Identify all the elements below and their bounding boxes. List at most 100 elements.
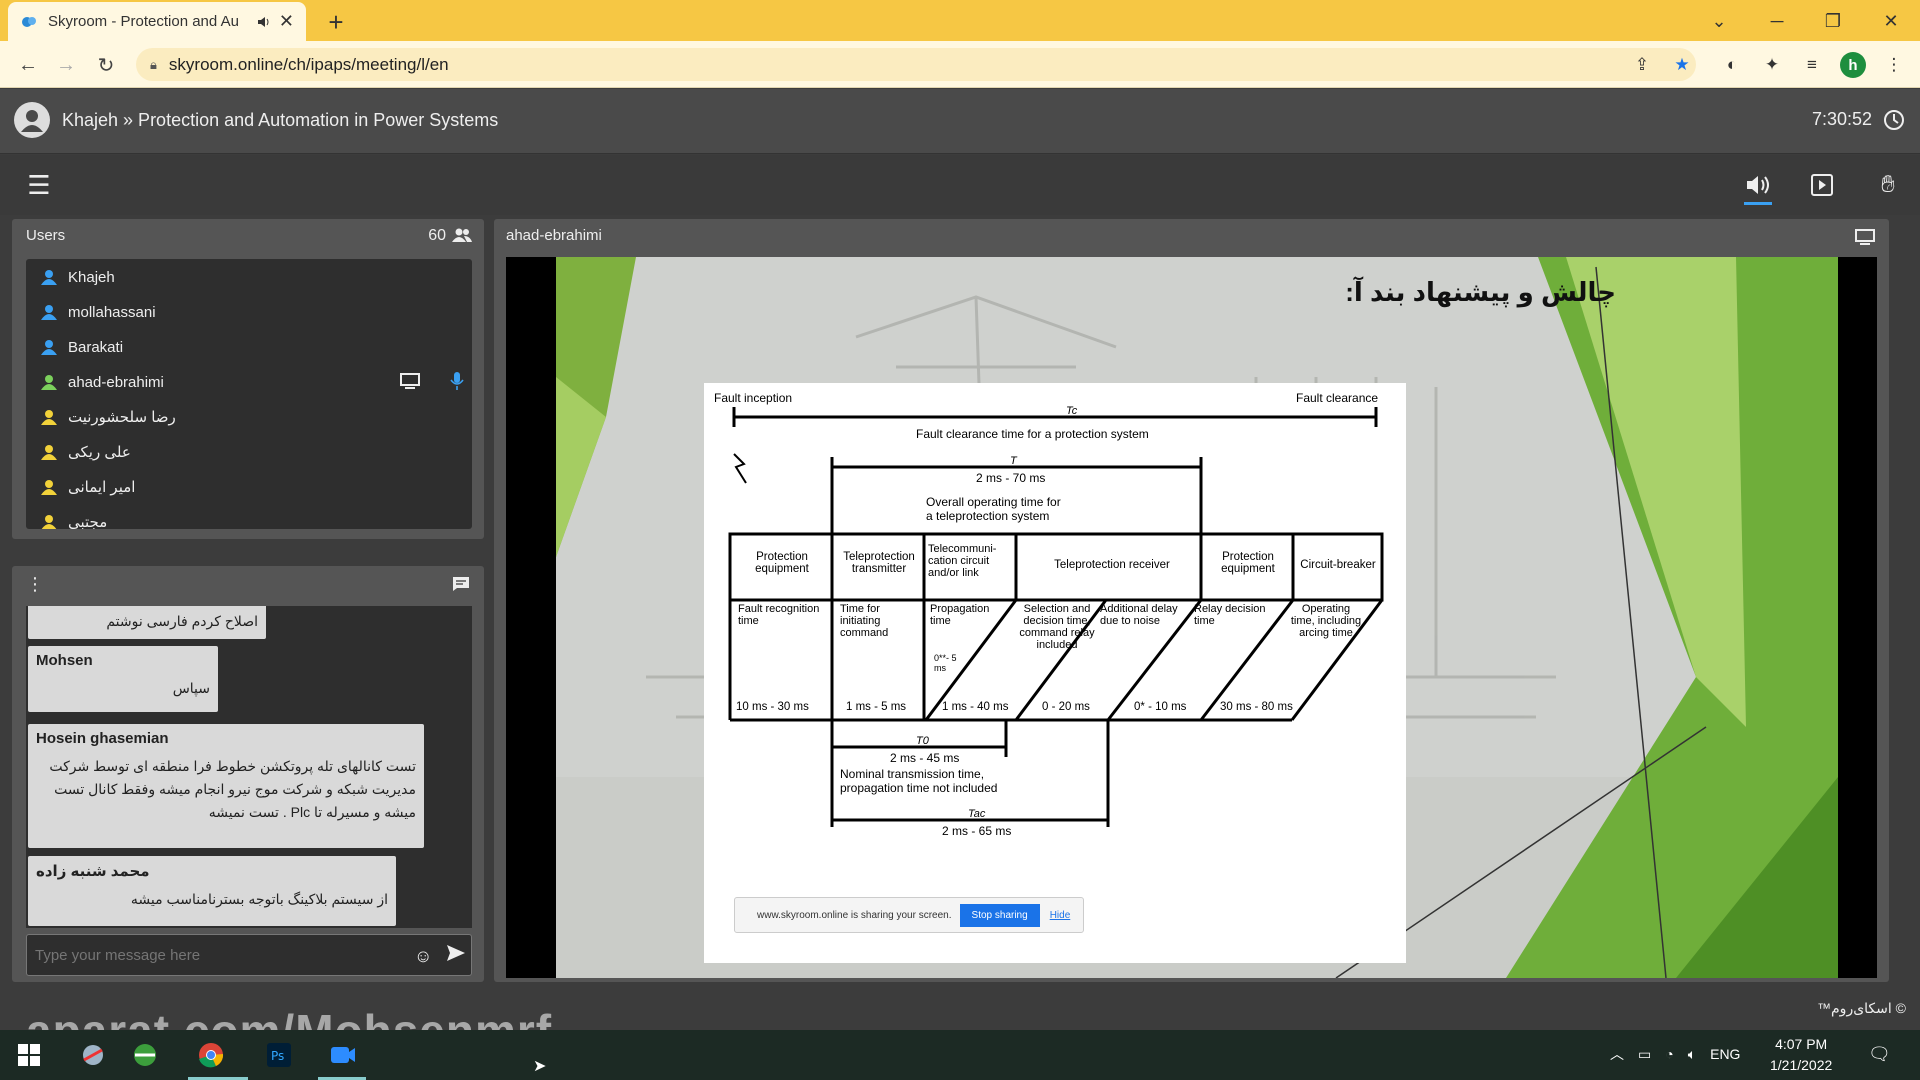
- clock-icon: [1882, 108, 1906, 132]
- user-icon: [38, 476, 60, 498]
- chrome-icon[interactable]: [194, 1038, 228, 1072]
- forward-icon[interactable]: →: [52, 51, 80, 79]
- taskbar-date: 1/21/2022: [1770, 1057, 1833, 1073]
- svg-text:Ps: Ps: [271, 1049, 284, 1063]
- diagram-label: a teleprotection system: [926, 509, 1050, 523]
- user-list-item[interactable]: رضا سلحشورنیت: [26, 400, 472, 434]
- share-icon[interactable]: ⇪: [1628, 51, 1656, 79]
- send-icon[interactable]: [446, 944, 466, 962]
- app-icon[interactable]: [76, 1038, 110, 1072]
- star-icon[interactable]: ★: [1668, 51, 1696, 79]
- microphone-icon[interactable]: [450, 371, 464, 391]
- back-icon[interactable]: ←: [14, 51, 42, 79]
- play-screen-icon[interactable]: [1806, 170, 1838, 200]
- diagram-range: 30 ms - 80 ms: [1220, 701, 1293, 713]
- browser-toolbar: ← → ↻ 🔒︎ skyroom.online/ch/ipaps/meeting…: [0, 41, 1920, 88]
- notifications-icon[interactable]: 🗨︎: [1868, 1044, 1891, 1065]
- chat-message-text: اصلاح کردم فارسی نوشتم: [106, 613, 258, 629]
- diagram-box: Protection equipment: [1221, 551, 1275, 575]
- diagram-sub: Relay decision time: [1194, 603, 1266, 627]
- diagram-label: Nominal transmission time,: [840, 767, 985, 781]
- diagram-range: 1 ms - 40 ms: [942, 701, 1009, 713]
- minimize-icon[interactable]: ─: [1762, 6, 1792, 36]
- fullscreen-screen-icon[interactable]: [1855, 229, 1875, 245]
- session-timer: 7:30:52: [1811, 109, 1872, 129]
- chat-message-input[interactable]: [26, 934, 472, 976]
- app-header: Khajeh » Protection and Automation in Po…: [0, 89, 1920, 154]
- diagram-label: 2 ms - 65 ms: [942, 824, 1012, 838]
- user-icon: [38, 406, 60, 428]
- user-name: Barakati: [68, 338, 124, 356]
- screen-share-notice: www.skyroom.online is sharing your scree…: [734, 897, 1084, 933]
- user-list-item[interactable]: Barakati: [26, 330, 472, 364]
- app-icon[interactable]: [128, 1038, 162, 1072]
- user-list-item[interactable]: مجتبی: [26, 505, 472, 529]
- puzzle-icon[interactable]: ✦: [1758, 51, 1786, 79]
- skyroom-favicon-icon: [20, 13, 38, 31]
- user-list-item[interactable]: امیر ایمانی: [26, 470, 472, 504]
- user-list-item[interactable]: علی ریکی: [26, 435, 472, 469]
- volume-tray-icon[interactable]: 🔈︎: [1688, 1046, 1696, 1063]
- chat-message: اصلاح کردم فارسی نوشتم: [28, 606, 266, 639]
- volume-icon[interactable]: [1742, 170, 1774, 200]
- extension-icon[interactable]: ◐: [1718, 51, 1746, 79]
- close-window-icon[interactable]: ✕: [1876, 6, 1906, 36]
- browser-tab-bar: Skyroom - Protection and Au ✕ + ⌄ ─ ❐ ✕: [0, 0, 1920, 41]
- tab-search-icon[interactable]: ⌄: [1704, 6, 1734, 36]
- diagram-label: Fault inception: [714, 391, 793, 405]
- diagram-box: Teleprotection transmitter: [843, 551, 915, 575]
- hamburger-menu-icon[interactable]: ☰: [24, 170, 54, 200]
- chat-message-text: سپاس: [172, 680, 210, 696]
- user-list-item[interactable]: Khajeh: [26, 260, 472, 294]
- skyroom-brand: © اسکای‌روم™: [1817, 1000, 1906, 1016]
- user-avatar-icon[interactable]: [14, 102, 50, 138]
- volume-active-indicator: [1744, 202, 1772, 205]
- user-list-item[interactable]: mollahassani: [26, 295, 472, 329]
- stop-sharing-button[interactable]: Stop sharing: [959, 903, 1040, 927]
- screen-share-icon[interactable]: [400, 373, 420, 389]
- hide-link[interactable]: Hide: [1050, 910, 1071, 921]
- windows-start-icon[interactable]: [12, 1038, 46, 1072]
- user-list-item[interactable]: ahad-ebrahimi: [26, 365, 472, 399]
- address-bar[interactable]: 🔒︎ skyroom.online/ch/ipaps/meeting/l/en: [136, 48, 1696, 81]
- chat-message-text: از سیستم بلاکینگ باتوجه بسترنامناسب میشه: [130, 891, 388, 907]
- profile-avatar[interactable]: h: [1840, 52, 1866, 78]
- raise-hand-icon[interactable]: ✋︎: [1872, 170, 1904, 200]
- browser-tab[interactable]: Skyroom - Protection and Au ✕: [8, 2, 306, 41]
- user-icon: [38, 336, 60, 358]
- shared-screen[interactable]: چالش و پیشنهاد بند آ: Fault inception Fa…: [506, 257, 1877, 978]
- wifi-icon[interactable]: ◔: [1665, 1046, 1673, 1062]
- battery-icon[interactable]: ▭: [1638, 1046, 1651, 1063]
- app-icon[interactable]: [326, 1038, 360, 1072]
- reload-icon[interactable]: ↻: [92, 51, 120, 79]
- emoji-icon[interactable]: ☺: [414, 946, 432, 967]
- chat-messages[interactable]: اصلاح کردم فارسی نوشتم Mohsen سپاس Hosei…: [26, 606, 472, 928]
- maximize-icon[interactable]: ❐: [1818, 6, 1848, 36]
- users-header: Users: [26, 227, 66, 244]
- chat-icon[interactable]: [452, 576, 470, 592]
- diagram-box: Protection equipment: [755, 551, 809, 575]
- chevron-up-icon[interactable]: ︿: [1610, 1044, 1624, 1064]
- diagram-label: Fault clearance time for a protection sy…: [916, 427, 1149, 441]
- user-name: رضا سلحشورنیت: [68, 409, 176, 426]
- kebab-menu-icon[interactable]: ⋮: [1880, 51, 1908, 79]
- diagram-box: Teleprotection receiver: [1054, 559, 1170, 571]
- photoshop-icon[interactable]: Ps: [262, 1038, 296, 1072]
- tab-close-icon[interactable]: ✕: [279, 11, 294, 32]
- taskbar-clock[interactable]: 4:07 PM 1/21/2022: [1770, 1034, 1832, 1076]
- user-name: mollahassani: [68, 303, 156, 321]
- media-icon[interactable]: ≡: [1798, 51, 1826, 79]
- user-icon: [38, 266, 60, 288]
- diagram-sub: Selection and decision time, command rel…: [1019, 603, 1095, 651]
- diagram-box: Telecommuni-cation circuit and/or link: [928, 543, 997, 579]
- diagram-sub: Additional delay due to noise: [1100, 603, 1178, 627]
- diagram-range: 10 ms - 30 ms: [736, 701, 809, 713]
- language-indicator[interactable]: ENG: [1710, 1046, 1740, 1062]
- presentation-panel: ahad-ebrahimi چالش و پیشنهاد بند آ: Faul…: [494, 219, 1889, 982]
- diagram-sub: Propagation time: [930, 603, 990, 627]
- taskbar-time: 4:07 PM: [1775, 1036, 1828, 1052]
- speaker-icon[interactable]: [257, 15, 271, 29]
- users-list[interactable]: Khajeh mollahassani Barakati ahad-ebrahimi ر…: [26, 259, 472, 529]
- chat-options-icon[interactable]: ⋮: [26, 574, 44, 595]
- new-tab-button[interactable]: +: [322, 7, 350, 37]
